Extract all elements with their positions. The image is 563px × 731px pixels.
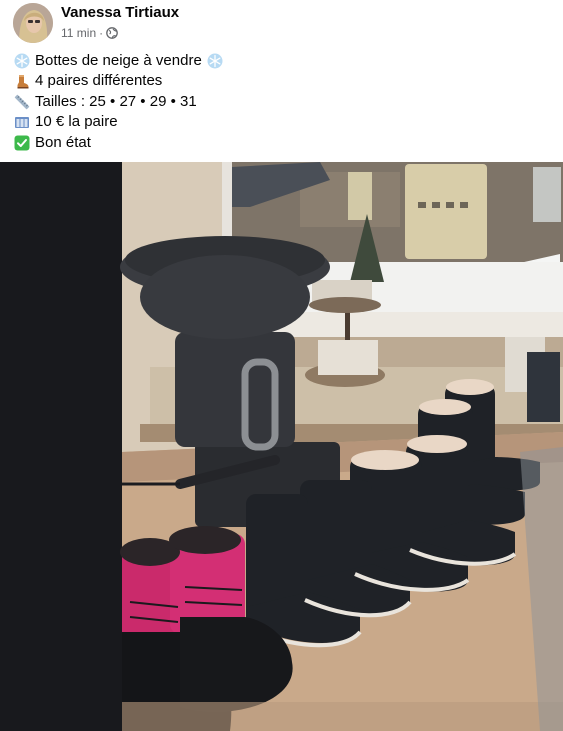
post-line: 4 paires différentes <box>14 71 228 91</box>
author-name[interactable]: Vanessa Tirtiaux <box>61 4 179 21</box>
post-line: Bottes de neige à vendre <box>14 51 228 71</box>
ruler-icon <box>14 94 30 110</box>
snowflake-icon <box>14 53 30 69</box>
post-line-text: Bon état <box>35 133 91 151</box>
post-line-text: Bottes de neige à vendre <box>35 52 202 69</box>
timestamp[interactable]: 11 min <box>61 26 96 40</box>
post-header: Vanessa Tirtiaux 11 min · <box>0 0 563 48</box>
post-line-text: Tailles : 25 • 27 • 29 • 31 <box>35 92 197 110</box>
snow-boots-photo <box>0 162 563 731</box>
banknote-icon <box>15 117 29 129</box>
globe-icon[interactable] <box>106 27 118 39</box>
post-text: Bottes de neige à vendre 4 paires différ… <box>14 51 228 153</box>
check-mark-button-icon <box>14 135 30 151</box>
post-line-text: 10 € la paire <box>35 113 118 131</box>
meta-separator: · <box>99 26 104 40</box>
post-line: Tailles : 25 • 27 • 29 • 31 <box>14 92 228 112</box>
post-photo[interactable] <box>0 162 563 731</box>
post-line-text: 4 paires différentes <box>35 72 163 90</box>
avatar[interactable] <box>13 3 53 43</box>
post-meta: 11 min · <box>61 26 118 40</box>
post-line: 10 € la paire <box>14 112 228 132</box>
boot-icon <box>17 74 29 89</box>
snowflake-icon <box>207 53 223 69</box>
avatar-image <box>13 3 53 43</box>
post-line: Bon état <box>14 133 228 153</box>
